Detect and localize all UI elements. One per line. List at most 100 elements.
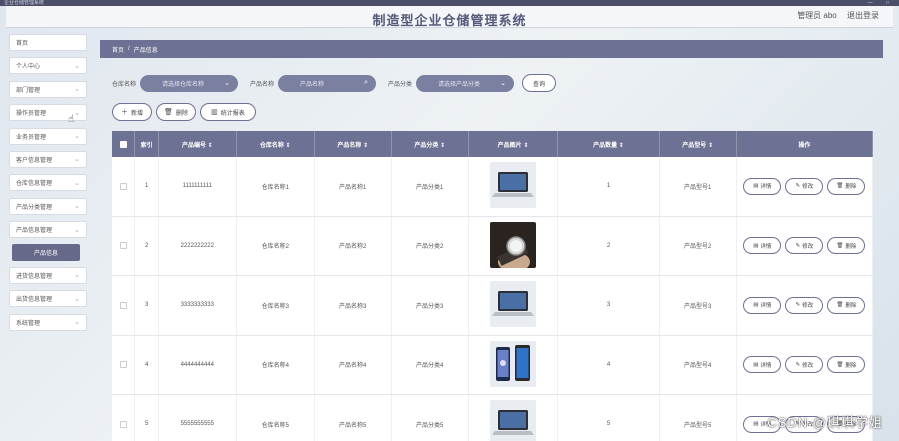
edit-button[interactable]: ✎ 修改 [785, 356, 824, 374]
sidebar-item-label: 客户信息管理 [16, 157, 53, 164]
col-category[interactable]: 产品分类 ⇕ [392, 131, 469, 157]
laptop-photo [490, 400, 536, 441]
chevron-down-icon: ⌄ [74, 295, 80, 303]
cell-name: 产品名称5 [315, 395, 392, 441]
query-button[interactable]: 查询 [522, 74, 557, 92]
sidebar-item-system[interactable]: 系统管理 ⌄ [9, 313, 87, 331]
report-button[interactable]: ▥ 统计报表 [200, 103, 256, 121]
col-warehouse[interactable]: 仓库名称 ⇕ [237, 131, 315, 157]
cell-category: 产品分类5 [392, 395, 469, 441]
cell-category: 产品分类2 [392, 216, 469, 275]
search-bar: 仓库名称 请选择仓库名称 ⌄ 产品名称 产品名称 ⌕ 产品分类 请选择产品分类 … [100, 73, 557, 93]
chevron-down-icon: ⌄ [74, 133, 80, 141]
add-button[interactable]: ＋新增 [112, 103, 152, 121]
warehouse-placeholder: 请选择仓库名称 [162, 81, 205, 88]
cell-code: 2222222222 [159, 216, 237, 275]
bar-chart-icon: ▥ [211, 109, 218, 116]
row-checkbox[interactable] [112, 395, 136, 441]
edit-button[interactable]: ✎ 修改 [785, 237, 824, 255]
watermark: CSDN @琪琪学姐 [767, 415, 883, 430]
sidebar-item-home[interactable]: 首页 [9, 34, 87, 51]
phone-photo [490, 340, 536, 389]
sidebar-item-salesman[interactable]: 业务员管理 ⌄ [9, 127, 87, 145]
category-select[interactable]: 请选择产品分类 ⌄ [416, 74, 515, 92]
sidebar-item-profile[interactable]: 个人中心 ⌄ [9, 57, 87, 75]
col-index: 索引 [135, 131, 159, 157]
cell-qty: 5 [558, 395, 660, 441]
sidebar-item-product-category[interactable]: 产品分类管理 ⌄ [9, 197, 87, 215]
user-area: 管理员 abo 退出登录 [789, 10, 879, 21]
edit-label: 修改 [802, 184, 814, 191]
select-all-checkbox[interactable] [112, 131, 136, 157]
cell-image [469, 335, 559, 394]
chevron-down-icon: ⌄ [74, 62, 80, 70]
sidebar-subitem-product-info[interactable]: 产品信息 [12, 243, 80, 261]
cell-name: 产品名称2 [315, 216, 392, 275]
sidebar-item-purchase[interactable]: 进货信息管理 ⌄ [9, 266, 87, 284]
product-name-input[interactable]: 产品名称 ⌕ [278, 74, 377, 92]
detail-button[interactable]: ▤ 详情 [743, 237, 782, 255]
row-checkbox[interactable] [112, 216, 136, 275]
chevron-down-icon: ⌄ [500, 80, 507, 87]
sidebar-item-operator[interactable]: 操作员管理 ⌄ [9, 104, 87, 122]
trash-icon: 🗑 [164, 109, 173, 116]
trash-icon: 🗑 [836, 242, 844, 249]
col-image[interactable]: 产品图片 ⇕ [469, 131, 559, 157]
col-qty[interactable]: 产品数量 ⇕ [558, 131, 660, 157]
warehouse-select[interactable]: 请选择仓库名称 ⌄ [140, 74, 239, 92]
trash-icon: 🗑 [836, 183, 844, 190]
cell-ops: ▤ 详情 ✎ 修改 🗑 删除 [737, 216, 874, 275]
sidebar-item-shipment[interactable]: 出货信息管理 ⌄ [9, 290, 87, 308]
breadcrumb-home[interactable]: 首页 [112, 45, 124, 54]
row-checkbox[interactable] [112, 157, 136, 216]
detail-button[interactable]: ▤ 详情 [743, 356, 782, 374]
row-delete-button[interactable]: 🗑 删除 [827, 177, 866, 195]
sidebar-item-label: 操作员管理 [16, 111, 47, 118]
col-ops: 操作 [737, 131, 874, 157]
table-row: 3 3333333333 仓库名称3 产品名称3 产品分类3 3 产品型号3 ▤ 详情 ✎ 修改 🗑 删… [112, 276, 874, 336]
cell-type: 产品型号4 [660, 335, 737, 394]
sidebar-item-department[interactable]: 部门管理 ⌄ [9, 80, 87, 98]
hand-cursor-icon: ☝ [68, 114, 75, 125]
chevron-down-icon: ⌄ [74, 203, 80, 211]
detail-button[interactable]: ▤ 详情 [743, 177, 782, 195]
col-code[interactable]: 产品编号 ⇕ [159, 131, 237, 157]
row-delete-button[interactable]: 🗑 删除 [827, 356, 866, 374]
category-placeholder: 请选择产品分类 [438, 81, 481, 88]
edit-button[interactable]: ✎ 修改 [785, 296, 824, 314]
row-delete-button[interactable]: 🗑 删除 [827, 296, 866, 314]
cell-type: 产品型号3 [660, 276, 737, 335]
edit-label: 修改 [802, 362, 814, 369]
chevron-down-icon: ⌄ [74, 226, 80, 234]
cell-warehouse: 仓库名称4 [237, 335, 315, 394]
col-name[interactable]: 产品名称 ⇕ [315, 131, 392, 157]
edit-button[interactable]: ✎ 修改 [785, 177, 824, 195]
row-checkbox[interactable] [112, 276, 136, 335]
cell-image [469, 216, 559, 275]
user-name[interactable]: 管理员 abo [797, 11, 837, 20]
sidebar-item-label: 仓库信息管理 [16, 181, 53, 188]
row-delete-button[interactable]: 🗑 删除 [827, 237, 866, 255]
product-table: 索引 产品编号 ⇕ 仓库名称 ⇕ 产品名称 ⇕ 产品分类 ⇕ 产品图片 ⇕ 产品… [112, 131, 874, 441]
pencil-icon: ✎ [795, 242, 801, 249]
sidebar-item-warehouse[interactable]: 仓库信息管理 ⌄ [9, 174, 87, 192]
chevron-down-icon: ⌄ [74, 179, 80, 187]
cell-category: 产品分类4 [392, 335, 469, 394]
row-checkbox[interactable] [112, 335, 136, 394]
sidebar-item-label: 首页 [16, 41, 29, 47]
detail-button[interactable]: ▤ 详情 [743, 296, 782, 314]
row-delete-label: 删除 [845, 243, 857, 250]
logout-link[interactable]: 退出登录 [847, 11, 879, 20]
table-row: 5 5555555555 仓库名称5 产品名称5 产品分类5 5 产品型号5 ▤ 详情 ✎ 修改 🗑 删… [112, 395, 874, 441]
cell-name: 产品名称4 [315, 335, 392, 394]
cell-warehouse: 仓库名称2 [237, 216, 315, 275]
sidebar-item-label: 个人中心 [16, 64, 41, 71]
watch-photo [490, 221, 536, 272]
chevron-down-icon: ⌄ [74, 156, 80, 164]
sidebar-item-customer[interactable]: 客户信息管理 ⌄ [9, 150, 87, 168]
edit-label: 修改 [802, 243, 814, 250]
cell-code: 4444444444 [159, 335, 237, 394]
sidebar-item-product-info[interactable]: 产品信息管理 ⌄ [9, 221, 87, 239]
col-type[interactable]: 产品型号 ⇕ [660, 131, 737, 157]
delete-button[interactable]: 🗑 删除 [156, 103, 196, 121]
